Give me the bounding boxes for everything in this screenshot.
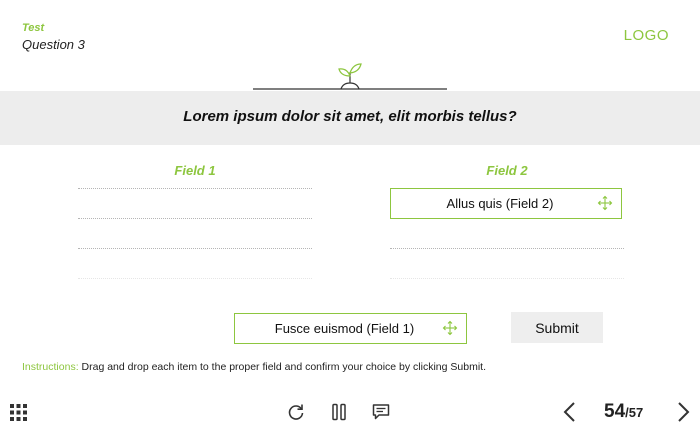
move-icon <box>442 320 458 336</box>
course-title: Test <box>22 22 45 34</box>
instructions: Instructions: Drag and drop each item to… <box>22 361 486 373</box>
instructions-lead: Instructions: <box>22 361 79 373</box>
instructions-text: Drag and drop each item to the proper fi… <box>78 361 486 373</box>
chevron-right-icon[interactable] <box>675 401 691 423</box>
question-text: Lorem ipsum dolor sit amet, elit morbis … <box>183 108 517 125</box>
sprout-icon <box>253 63 447 90</box>
drag-item-allus-quis[interactable]: Allus quis (Field 2) <box>390 188 622 219</box>
field-2-slot-2[interactable] <box>390 219 624 249</box>
field-1-slot-2[interactable] <box>78 189 312 219</box>
page-counter: 54/57 <box>604 401 643 423</box>
field-2-slot-3[interactable] <box>390 249 624 279</box>
field-2-title: Field 2 <box>486 163 528 178</box>
logo: LOGO <box>623 27 669 44</box>
move-icon <box>597 195 613 211</box>
field-1-slot-3[interactable] <box>78 219 312 249</box>
pause-icon[interactable] <box>331 403 347 421</box>
current-page: 54 <box>604 401 626 422</box>
field-1-slot-4[interactable] <box>78 249 312 279</box>
drag-item-label: Allus quis (Field 2) <box>446 196 554 211</box>
drag-item-fusce-euismod[interactable]: Fusce euismod (Field 1) <box>234 313 467 344</box>
drag-item-label: Fusce euismod (Field 1) <box>274 321 415 336</box>
field-1-slot-1[interactable] <box>78 159 312 189</box>
grid-menu-icon[interactable] <box>10 404 27 421</box>
total-pages: /57 <box>625 405 644 420</box>
comment-icon[interactable] <box>372 403 390 421</box>
question-number: Question 3 <box>22 37 85 52</box>
replay-icon[interactable] <box>287 403 305 421</box>
submit-button[interactable]: Submit <box>511 312 603 343</box>
chevron-left-icon[interactable] <box>562 401 578 423</box>
